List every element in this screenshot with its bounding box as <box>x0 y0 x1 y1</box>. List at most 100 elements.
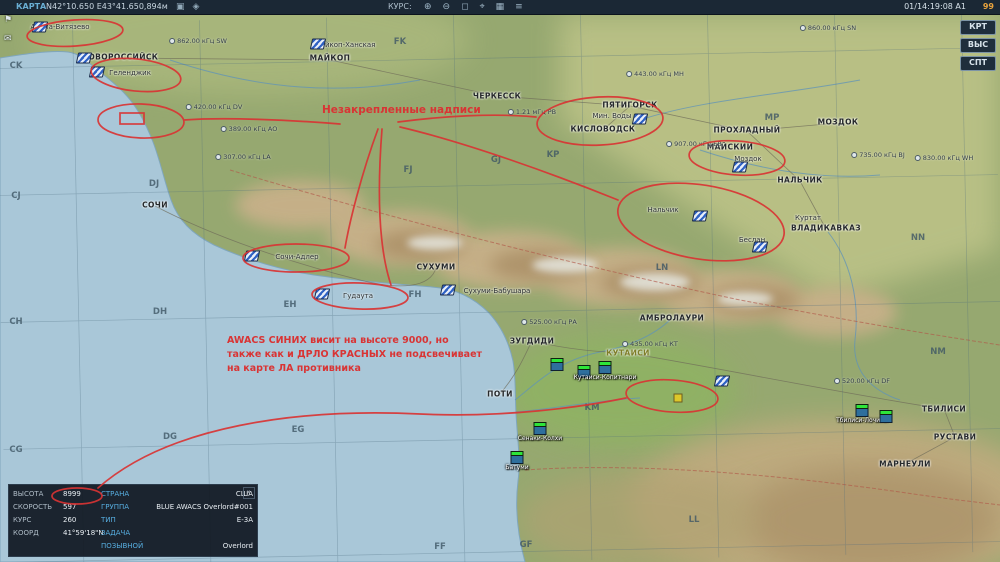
freq-label: 520.00 кГц DF <box>834 377 890 385</box>
airfield-icon[interactable] <box>75 52 93 64</box>
left-edge-icons: ⚑ ✉ <box>4 15 12 44</box>
unit-info-panel: » ВЫСОТА 8999 СТРАНА США СКОРОСТЬ 597 ГРУППА BL… <box>8 484 258 557</box>
airfield-icon[interactable] <box>309 38 327 50</box>
city-label: МОЗДОК <box>817 117 859 127</box>
city-label: НОВОРОССИЙСК <box>81 52 159 62</box>
airfield-icon[interactable] <box>713 375 731 387</box>
flag-icon[interactable]: ⚑ <box>4 15 12 25</box>
map-tools: ⊕ ⊖ ◻ ⌖ ▦ ≡ <box>424 0 523 14</box>
unit-marker[interactable]: Сенаки-Колхи <box>518 422 562 442</box>
info-row: СКОРОСТЬ 597 ГРУППА BLUE AWACS Overlord#001 <box>13 501 253 514</box>
airfield-icon[interactable] <box>439 284 457 296</box>
grid-label: MP <box>764 113 780 123</box>
freq-label: 1.21 мГц РВ <box>508 108 556 116</box>
info-label-2: ТИП <box>101 516 116 524</box>
info-row: ВЫСОТА 8999 СТРАНА США <box>13 488 253 501</box>
top-bar: КАРТА N42°10.650 E43°41.650,894м ▣ ◈ КУРС… <box>0 0 1000 15</box>
airfield-icon[interactable] <box>691 210 709 222</box>
airfield-icon[interactable] <box>313 288 331 300</box>
mail-icon[interactable]: ✉ <box>4 34 12 44</box>
grid-label: LL <box>688 515 700 525</box>
airfield-icon[interactable] <box>243 250 261 262</box>
btn-krt[interactable]: КРТ <box>960 20 996 35</box>
dcs-f10-map-screen: Анапа-Витязево НОВОРОССИЙСК Геленджик МАЙКО… <box>0 0 1000 562</box>
info-label: КУРС <box>13 516 32 524</box>
map-labels-layer: Анапа-Витязево НОВОРОССИЙСК Геленджик МАЙКО… <box>0 0 1000 562</box>
info-label-2: ЗАДАЧА <box>101 529 131 537</box>
city-label: РУСТАВИ <box>933 432 977 442</box>
center-view-icon[interactable]: ⌖ <box>480 0 485 14</box>
town-label: Сухуми-Бабушара <box>463 287 531 295</box>
map-frame-icon[interactable]: ◻ <box>461 0 468 14</box>
panel-expand-button[interactable]: » <box>243 487 255 499</box>
info-label: ВЫСОТА <box>13 490 44 498</box>
grid-label: EH <box>283 300 297 310</box>
town-label: Куртат <box>794 214 822 222</box>
freq-label: 860.00 кГц SN <box>800 24 856 32</box>
btn-spt[interactable]: СПТ <box>960 56 996 71</box>
airfield-icon[interactable] <box>631 113 649 125</box>
layers-icon[interactable]: ▣ <box>176 0 185 14</box>
info-value: 597 <box>63 503 77 511</box>
grid-label: DH <box>152 307 168 317</box>
map-mark-dot[interactable] <box>673 393 683 403</box>
freq-label: 435.00 кГц КТ <box>622 340 678 348</box>
city-label: КИСЛОВОДСК <box>570 124 636 134</box>
zoom-out-icon[interactable]: ⊖ <box>443 0 451 14</box>
town-label: Гудаута <box>342 292 374 300</box>
city-label: СУХУМИ <box>416 262 456 272</box>
city-label: ЧЕРКЕССК <box>472 91 522 101</box>
city-label: МАРНЕУЛИ <box>879 459 931 469</box>
info-label-2: ПОЗЫВНОЙ <box>101 542 144 550</box>
view-mode-buttons: КРТ ВЫС СПТ <box>960 20 996 71</box>
grid-toggle-icon[interactable]: ▦ <box>496 0 505 14</box>
city-label: АМБРОЛАУРИ <box>639 313 705 323</box>
info-value-2 <box>153 527 253 540</box>
freq-label: 307.00 кГц LA <box>215 153 270 161</box>
info-label-2: СТРАНА <box>101 490 130 498</box>
grid-label: NM <box>930 347 946 357</box>
info-row: КООРД 41°59'18"N ЗАДАЧА <box>13 527 253 540</box>
freq-label: 862.00 кГц SW <box>169 37 227 45</box>
datetime-display: 01/14:19:08 A1 <box>904 2 966 11</box>
marker-icon[interactable]: ◈ <box>193 0 200 14</box>
city-label: ПЯТИГОРСК <box>602 100 658 110</box>
cursor-coordinates: N42°10.650 E43°41.650,894м <box>46 2 168 11</box>
map-mode-label[interactable]: КАРТА <box>16 0 46 14</box>
unit-label: Кутаиси-Копитнари <box>573 374 637 381</box>
info-value: 41°59'18"N <box>63 529 104 537</box>
info-label: КООРД <box>13 529 39 537</box>
grid-label: CH <box>9 317 23 327</box>
grid-label: NN <box>910 233 926 243</box>
city-label: ЗУГДИДИ <box>509 336 555 346</box>
toolbar-minor-icons: ▣ ◈ <box>176 0 199 14</box>
freq-label: 830.00 кГц WH <box>915 154 974 162</box>
grid-label: GF <box>519 540 533 550</box>
unit-label: Сенаки-Колхи <box>517 435 563 442</box>
time-accel-indicator: 99 <box>982 2 994 11</box>
unit-marker[interactable] <box>879 410 893 423</box>
info-value <box>63 540 101 553</box>
unit-marker[interactable]: Кутаиси-Копитнари <box>574 361 636 381</box>
grid-label: EG <box>291 425 305 435</box>
city-label: КУТАИСИ <box>606 348 650 358</box>
unit-marker[interactable] <box>550 358 564 371</box>
info-value-2: Overlord <box>222 542 253 550</box>
unit-label: Батуми <box>505 464 529 471</box>
menu-icon[interactable]: ≡ <box>515 0 523 14</box>
info-value-2: BLUE AWACS Overlord#001 <box>156 503 253 511</box>
grid-label: CJ <box>11 191 21 201</box>
zoom-in-icon[interactable]: ⊕ <box>424 0 432 14</box>
airfield-icon[interactable] <box>751 241 769 253</box>
airfield-icon[interactable] <box>31 21 49 33</box>
unit-marker[interactable]: Батуми <box>505 451 529 471</box>
info-value-2: США <box>235 490 253 498</box>
unit-marker[interactable]: Тбилиси-Лочини <box>836 404 888 424</box>
grid-label: GJ <box>490 155 502 165</box>
airfield-icon[interactable] <box>731 161 749 173</box>
airfield-icon[interactable] <box>88 66 106 78</box>
freq-label: 420.00 кГц DV <box>186 103 243 111</box>
town-label: Мин. Воды <box>592 112 632 120</box>
info-row: КУРС 260 ТИП E-3A <box>13 514 253 527</box>
btn-vys[interactable]: ВЫС <box>960 38 996 53</box>
